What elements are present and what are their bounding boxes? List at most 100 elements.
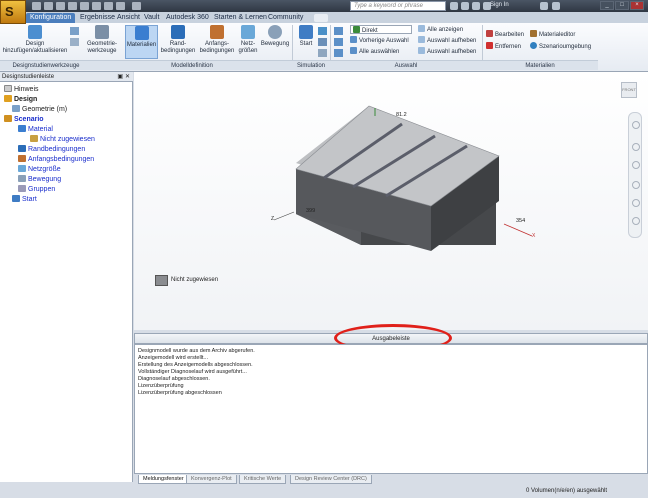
alle-anzeigen-button[interactable]: Alle anzeigen [418, 25, 463, 34]
start-label: Start [299, 41, 313, 47]
search-input[interactable]: Type a keyword or phrase [350, 1, 446, 11]
dimension-top: 81.2 [396, 112, 407, 118]
bewegung-button[interactable]: Bewegung [260, 25, 290, 48]
zoom-icon[interactable] [632, 161, 640, 169]
binoculars-icon[interactable] [450, 2, 458, 10]
select-small-icon-2[interactable] [334, 38, 343, 46]
tab-konvergenz-plot[interactable]: Konvergenz-Plot [186, 475, 237, 484]
app-logo[interactable]: S [0, 0, 26, 24]
screenshot-icon[interactable] [116, 2, 125, 10]
alle-auswaehlen-button[interactable]: Alle auswählen [350, 47, 399, 56]
redo-icon[interactable] [80, 2, 89, 10]
auswahl-aufheben-button-1[interactable]: Auswahl aufheben [418, 36, 476, 45]
group-designstudienwerkzeuge[interactable]: Designstudienwerkzeuge [0, 60, 92, 70]
tab-overflow-icon[interactable] [314, 14, 328, 22]
tab-starten-lernen[interactable]: Starten & Lernen [210, 13, 271, 23]
maximize-button[interactable]: □ [615, 1, 629, 10]
sim-small-icon-1[interactable] [318, 27, 327, 35]
materialien-button[interactable]: Materialien [125, 25, 158, 59]
graphics-viewport[interactable]: 81.2 399 354 Z X Nicht zugewiesen [134, 72, 648, 330]
mesh-icon [241, 25, 255, 39]
sign-in-link[interactable]: Sign In [490, 2, 509, 8]
design-button[interactable]: Design hinzufügen/aktualisieren [2, 25, 68, 54]
selection-mode-dropdown[interactable]: Direkt [350, 25, 412, 34]
tree-item-hinweis[interactable]: Hinweis [0, 85, 132, 95]
auswahl-aufheben-button-2[interactable]: Auswahl aufheben [418, 47, 476, 56]
tree-item-start[interactable]: Start [0, 195, 132, 205]
tab-kritische-werte[interactable]: Kritische Werte [239, 475, 287, 484]
save-icon[interactable] [56, 2, 65, 10]
start-button[interactable]: Start [295, 25, 317, 48]
tree-item-design[interactable]: Design [0, 95, 132, 105]
szenario-label: Szenarioumgebung [539, 44, 592, 50]
viewcube[interactable]: FRONT [621, 82, 637, 98]
quick-access-dropdown-icon[interactable] [132, 2, 141, 10]
tree-label: Nicht zugewiesen [40, 136, 95, 143]
look-icon[interactable] [632, 217, 640, 225]
netzgroessen-button[interactable]: Netz-größen [237, 25, 259, 54]
group-modelldefinition[interactable]: Modelldefinition [92, 60, 292, 70]
material-tree-icon [18, 125, 26, 132]
tree-label: Geometrie (m) [22, 106, 68, 113]
log-line: Anzeigemodell wird erstellt... [138, 355, 209, 361]
tree-item-scenario[interactable]: Scenario [0, 115, 132, 125]
tree-item-netzgroesse[interactable]: Netzgröße [0, 165, 132, 175]
options-icon[interactable] [104, 2, 113, 10]
anfangs-label: Anfangs-bedingungen [199, 41, 235, 54]
geometry-small-icon-1[interactable] [70, 27, 79, 35]
tab-autodesk-360[interactable]: Autodesk 360 [162, 13, 213, 23]
new-icon[interactable] [32, 2, 41, 10]
tree-item-gruppen[interactable]: Gruppen [0, 185, 132, 195]
pan-icon[interactable] [632, 143, 640, 151]
pin-icon[interactable]: ▣ [117, 72, 123, 82]
tree-item-material[interactable]: Material [0, 125, 132, 135]
geometry-tools-icon [95, 25, 109, 39]
szenarioumgebung-button[interactable]: Szenarioumgebung [530, 42, 591, 51]
materialeditor-button[interactable]: Materialeditor [530, 30, 575, 39]
select-small-icon-3[interactable] [334, 49, 343, 57]
help-icon[interactable] [552, 2, 560, 10]
tree-item-geometrie[interactable]: Geometrie (m) [0, 105, 132, 115]
vorherige-auswahl-button[interactable]: Vorherige Auswahl [350, 36, 409, 45]
sim-small-icon-3[interactable] [318, 49, 327, 57]
select-small-icon-1[interactable] [334, 27, 343, 35]
center-icon[interactable] [632, 199, 640, 207]
sim-small-icon-2[interactable] [318, 38, 327, 46]
edit-icon [486, 30, 493, 37]
tree-label: Design [14, 96, 38, 103]
tree-item-randbedingungen[interactable]: Randbedingungen [0, 145, 132, 155]
tab-konfiguration[interactable]: Konfiguration [26, 13, 76, 23]
tree-item-nicht-zugewiesen[interactable]: Nicht zugewiesen [0, 135, 132, 145]
model-view[interactable] [134, 72, 648, 330]
randbedingungen-button[interactable]: Rand-bedingungen [160, 25, 196, 54]
anfangsbedingungen-button[interactable]: Anfangs-bedingungen [198, 25, 236, 54]
navigation-bar [628, 112, 642, 238]
close-button[interactable]: × [630, 1, 644, 10]
star-icon[interactable] [472, 2, 480, 10]
geometry-small-icon-2[interactable] [70, 38, 79, 46]
minimize-button[interactable]: _ [600, 1, 614, 10]
orbit-icon[interactable] [632, 181, 640, 189]
geometrie-werkzeuge-button[interactable]: Geometrie-werkzeuge [82, 25, 122, 54]
initial-condition-icon [210, 25, 224, 39]
axis-x-line [503, 223, 533, 237]
undo-icon[interactable] [68, 2, 77, 10]
key-icon[interactable] [461, 2, 469, 10]
tab-design-review-center[interactable]: Design Review Center (DRC) [290, 475, 372, 484]
tree-item-anfangsbedingungen[interactable]: Anfangsbedingungen [0, 155, 132, 165]
open-icon[interactable] [44, 2, 53, 10]
bearbeiten-button[interactable]: Bearbeiten [486, 30, 524, 39]
exchange-icon[interactable] [540, 2, 548, 10]
steering-wheel-icon[interactable] [632, 121, 640, 129]
tab-community[interactable]: Community [264, 13, 307, 23]
output-log[interactable]: Designmodell wurde aus dem Archiv abgeru… [134, 344, 648, 474]
tab-meldungsfenster[interactable]: Meldungsfenster [138, 475, 189, 484]
entfernen-button[interactable]: Entfernen [486, 42, 521, 51]
print-icon[interactable] [92, 2, 101, 10]
tree-item-bewegung[interactable]: Bewegung [0, 175, 132, 185]
tab-vault[interactable]: Vault [140, 13, 163, 23]
design-icon [28, 25, 42, 39]
browser-close-icon[interactable]: ✕ [125, 72, 130, 82]
motion-icon [268, 25, 282, 39]
group-simulation[interactable]: Simulation [292, 60, 330, 70]
